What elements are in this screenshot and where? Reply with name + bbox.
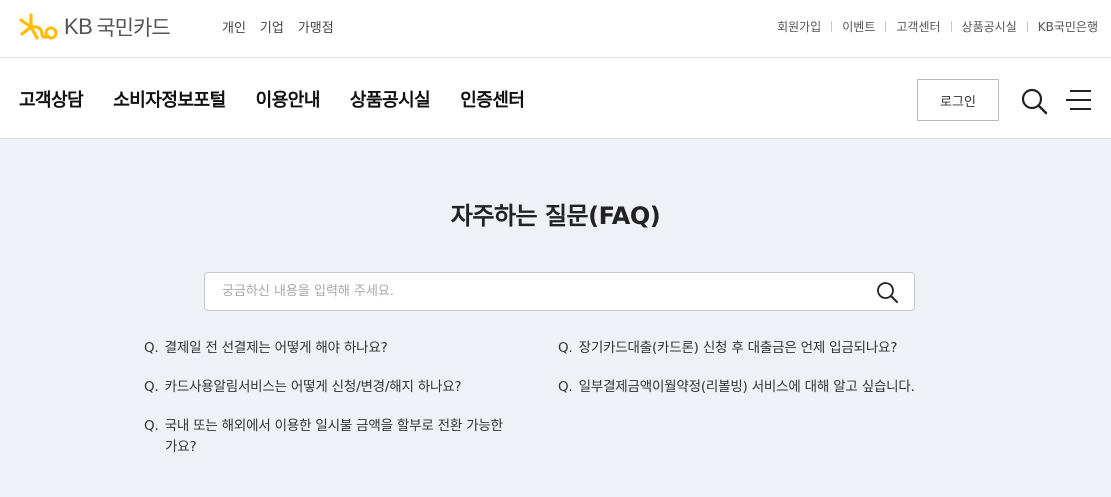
top-utility-bar: KB 국민카드 개인 기업 가맹점 회원가입 이벤트 고객센터 상품공시실 KB…: [0, 0, 1111, 58]
faq-question: 카드사용알림서비스는 어떻게 신청/변경/해지 하나요?: [164, 379, 462, 395]
product-disclosure-link[interactable]: 상품공시실: [962, 18, 1017, 35]
faq-question: 결제일 전 선결제는 어떻게 해야 하나요?: [164, 340, 388, 356]
faq-search-input[interactable]: [205, 273, 865, 310]
divider: [1026, 21, 1028, 32]
gnb-menu: 고객상담 소비자정보포털 이용안내 상품공시실 인증센터: [19, 86, 525, 112]
segment-merchant[interactable]: 가맹점: [298, 17, 334, 36]
login-button[interactable]: 로그인: [917, 79, 999, 121]
faq-question: 장기카드대출(카드론) 신청 후 대출금은 언제 입금되나요?: [578, 340, 898, 356]
kb-bank-link[interactable]: KB국민은행: [1038, 18, 1098, 35]
faq-q-prefix: Q.: [144, 379, 159, 395]
segment-nav: 개인 기업 가맹점: [222, 17, 334, 36]
logo-brand-name: 국민카드: [96, 16, 170, 40]
segment-business[interactable]: 기업: [260, 17, 284, 36]
faq-q-prefix: Q.: [144, 340, 159, 356]
logo-kb-text: KB: [64, 14, 93, 39]
faq-list-right: Q. 장기카드대출(카드론) 신청 후 대출금은 언제 입금되나요? Q. 일부…: [558, 338, 978, 416]
faq-item[interactable]: Q. 결제일 전 선결제는 어떻게 해야 하나요?: [144, 338, 544, 359]
faq-q-prefix: Q.: [144, 418, 159, 434]
gnb-customer-consult[interactable]: 고객상담: [19, 86, 84, 112]
faq-item[interactable]: Q. 일부결제금액이월약정(리볼빙) 서비스에 대해 알고 싶습니다.: [558, 377, 978, 398]
faq-item[interactable]: Q. 국내 또는 해외에서 이용한 일시불 금액을 할부로 전환 가능한가요?: [144, 416, 504, 458]
search-icon[interactable]: [1020, 87, 1048, 115]
gnb-product-disclosure[interactable]: 상품공시실: [350, 86, 431, 112]
signup-link[interactable]: 회원가입: [777, 18, 821, 35]
faq-search-box: [204, 272, 915, 311]
faq-q-prefix: Q.: [558, 379, 573, 395]
utility-nav: 회원가입 이벤트 고객센터 상품공시실 KB국민은행: [777, 18, 1098, 35]
faq-question: 일부결제금액이월약정(리볼빙) 서비스에 대해 알고 싶습니다.: [578, 379, 915, 395]
faq-item[interactable]: Q. 카드사용알림서비스는 어떻게 신청/변경/해지 하나요?: [144, 377, 544, 398]
gnb-usage-guide[interactable]: 이용안내: [256, 86, 321, 112]
faq-question: 국내 또는 해외에서 이용한 일시불 금액을 할부로 전환 가능한가요?: [164, 418, 503, 455]
divider: [885, 21, 887, 32]
segment-personal[interactable]: 개인: [222, 17, 246, 36]
faq-item[interactable]: Q. 장기카드대출(카드론) 신청 후 대출금은 언제 입금되나요?: [558, 338, 978, 359]
kb-star-logo-icon: [19, 13, 58, 40]
event-link[interactable]: 이벤트: [842, 18, 875, 35]
hamburger-menu-icon[interactable]: [1066, 88, 1092, 112]
faq-list-left: Q. 결제일 전 선결제는 어떻게 해야 하나요? Q. 카드사용알림서비스는 …: [144, 338, 544, 476]
gnb-consumer-info-portal[interactable]: 소비자정보포털: [113, 86, 226, 112]
divider: [950, 21, 952, 32]
search-icon[interactable]: [876, 281, 898, 303]
gnb-certification-center[interactable]: 인증센터: [460, 86, 525, 112]
faq-q-prefix: Q.: [558, 340, 573, 356]
customer-center-link[interactable]: 고객센터: [896, 18, 940, 35]
faq-title: 자주하는 질문(FAQ): [450, 202, 661, 230]
main-navigation-bar: 고객상담 소비자정보포털 이용안내 상품공시실 인증센터 로그인: [0, 58, 1111, 139]
divider: [831, 21, 833, 32]
kb-kookmin-card-logo[interactable]: KB 국민카드: [18, 12, 171, 42]
